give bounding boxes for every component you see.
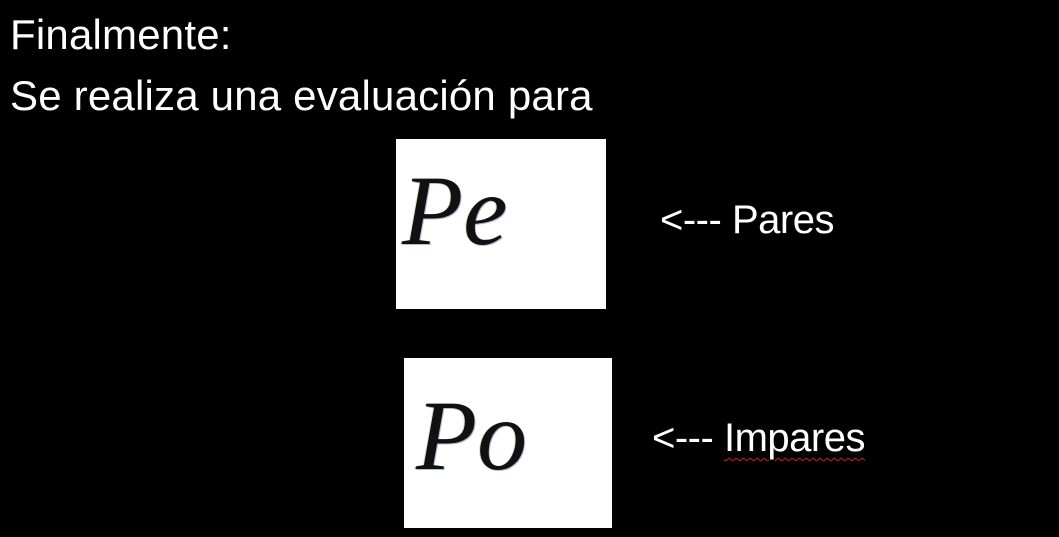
slide: { "heading": { "line1": "Finalmente:", "… <box>0 0 1059 537</box>
heading-line-2: Se realiza una evaluación para <box>10 72 593 119</box>
label-pares-text: Pares <box>731 198 835 242</box>
formula-image-pe: Pe <box>396 139 606 309</box>
arrow-impares: <--- <box>652 416 714 460</box>
formula-image-po: Po <box>404 358 612 528</box>
arrow-pares: <--- <box>660 198 722 242</box>
formula-symbol-po: Po <box>416 380 528 491</box>
label-impares-text: Impares <box>723 416 866 460</box>
label-pares: <--- Pares <box>660 200 834 240</box>
formula-symbol-pe: Pe <box>402 155 508 266</box>
label-impares: <--- Impares <box>652 418 865 458</box>
heading-line-1: Finalmente: <box>10 11 232 58</box>
